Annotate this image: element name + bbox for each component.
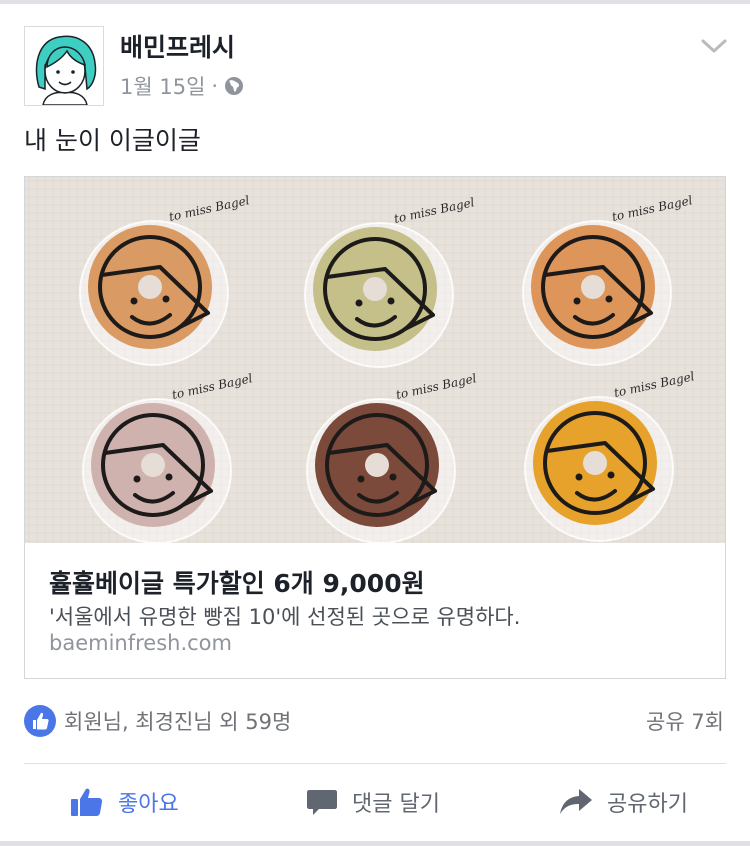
link-domain: baeminfresh.com xyxy=(49,631,232,655)
comment-label: 댓글 달기 xyxy=(352,792,440,817)
link-preview-image[interactable]: to miss Bagel to miss Bagel to miss Bagel t… xyxy=(25,177,725,543)
like-reaction-icon[interactable] xyxy=(24,705,56,737)
share-arrow-icon xyxy=(560,789,592,814)
meta-separator: · xyxy=(211,74,219,98)
link-title[interactable]: 휼휼베이글 특가할인 6개 9,000원 xyxy=(49,564,425,600)
bottom-divider xyxy=(0,841,750,846)
like-button[interactable]: 좋아요 xyxy=(70,782,179,822)
actions-divider xyxy=(24,763,726,764)
post-message: 내 눈이 이글이글 xyxy=(24,126,201,155)
post-meta: 1월 15일 · xyxy=(120,71,244,101)
page-name[interactable]: 배민프레시 xyxy=(120,28,235,64)
like-label: 좋아요 xyxy=(118,792,179,817)
shares-count[interactable]: 공유 7회 xyxy=(646,706,724,736)
chevron-down-icon[interactable] xyxy=(700,36,728,56)
top-divider xyxy=(0,0,750,4)
share-button[interactable]: 공유하기 xyxy=(559,782,688,822)
link-preview-card[interactable]: to miss Bagel to miss Bagel to miss Bagel t… xyxy=(24,176,726,679)
page-avatar[interactable] xyxy=(24,26,104,106)
globe-icon xyxy=(225,77,244,95)
share-label: 공유하기 xyxy=(607,792,688,817)
comment-button[interactable]: 댓글 달기 xyxy=(306,782,440,822)
reactions-summary[interactable]: 회원님, 최경진님 외 59명 xyxy=(64,706,291,736)
link-description: '서울에서 유명한 빵집 10'에 선정된 곳으로 유명하다. xyxy=(49,605,521,629)
comment-icon xyxy=(307,790,337,815)
thumbs-up-icon xyxy=(71,788,103,816)
post-date[interactable]: 1월 15일 xyxy=(120,71,205,101)
